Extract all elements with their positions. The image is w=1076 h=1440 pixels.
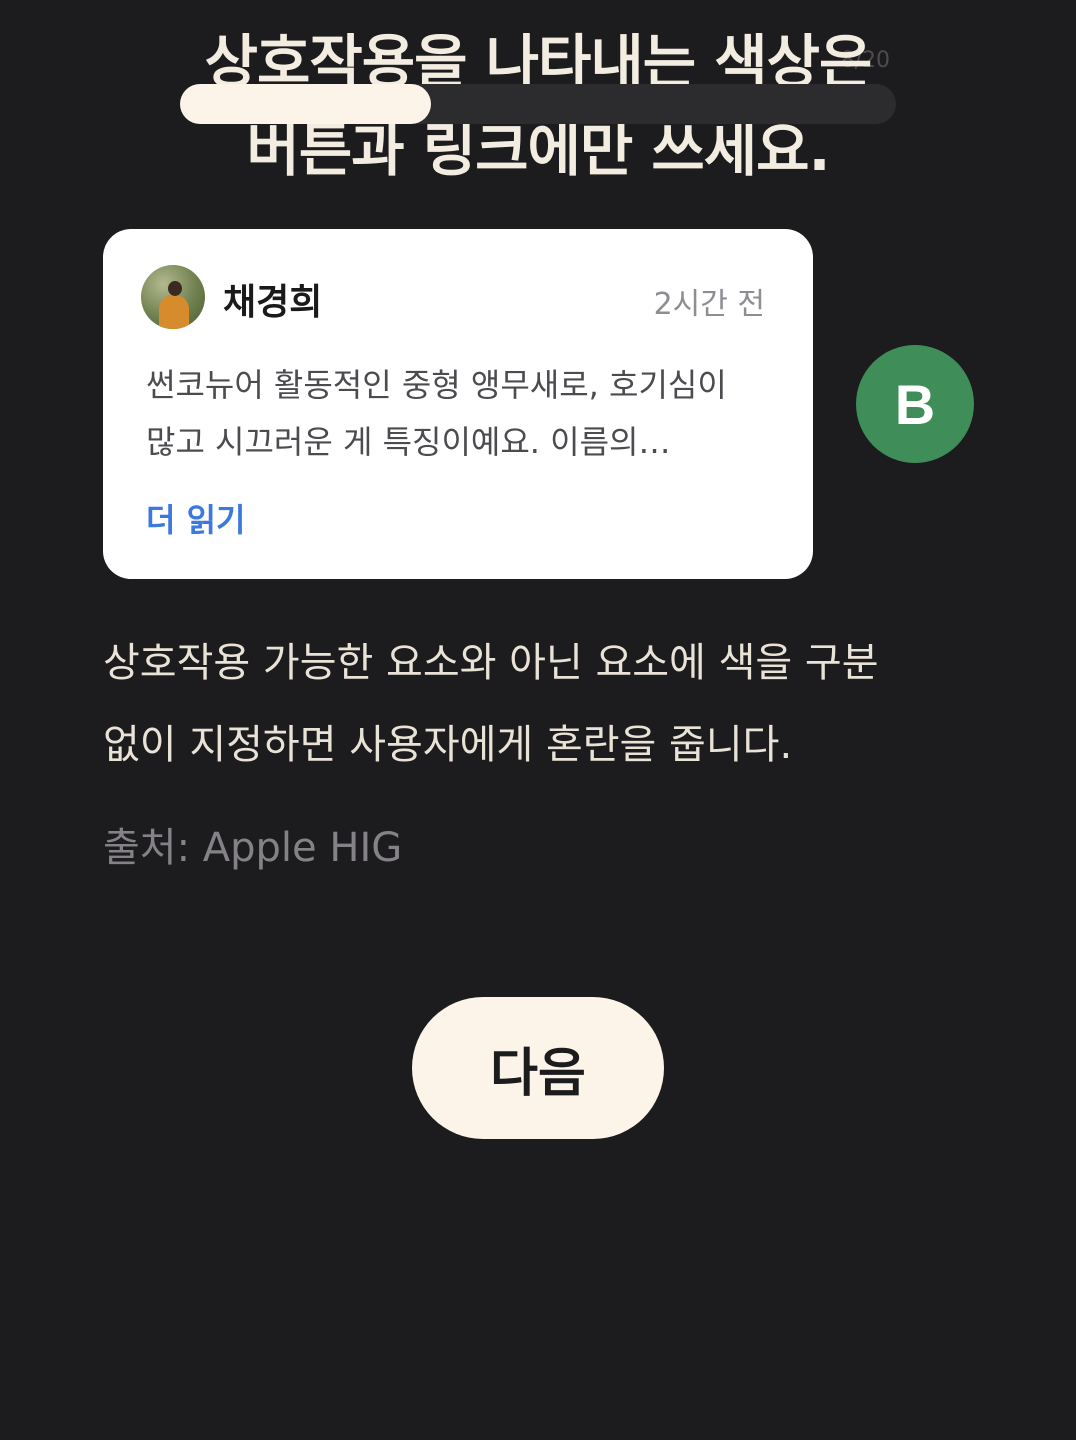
read-more-link[interactable]: 더 읽기 (146, 495, 245, 541)
progress-bar (180, 84, 896, 124)
avatar (141, 265, 205, 329)
avatar-figure-head (168, 281, 182, 296)
timestamp: 2시간 전 (653, 287, 765, 322)
comment-card: 채경희 2시간 전 썬코뉴어 활동적인 중형 앵무새로, 호기심이 많고 시끄러… (103, 229, 813, 579)
comment-excerpt: 썬코뉴어 활동적인 중형 앵무새로, 호기심이 많고 시끄러운 게 특징이예요.… (146, 366, 727, 461)
progress-bar-fill (180, 84, 431, 124)
next-button[interactable]: 다음 (412, 997, 664, 1139)
user-badge: B (856, 345, 974, 463)
avatar-figure-body (159, 295, 189, 329)
description-text: 상호작용 가능한 요소와 아닌 요소에 색을 구분 없이 지정하면 사용자에게 … (103, 640, 879, 768)
author-name: 채경희 (223, 282, 323, 323)
source-citation: 출처: Apple HIG (103, 825, 403, 871)
